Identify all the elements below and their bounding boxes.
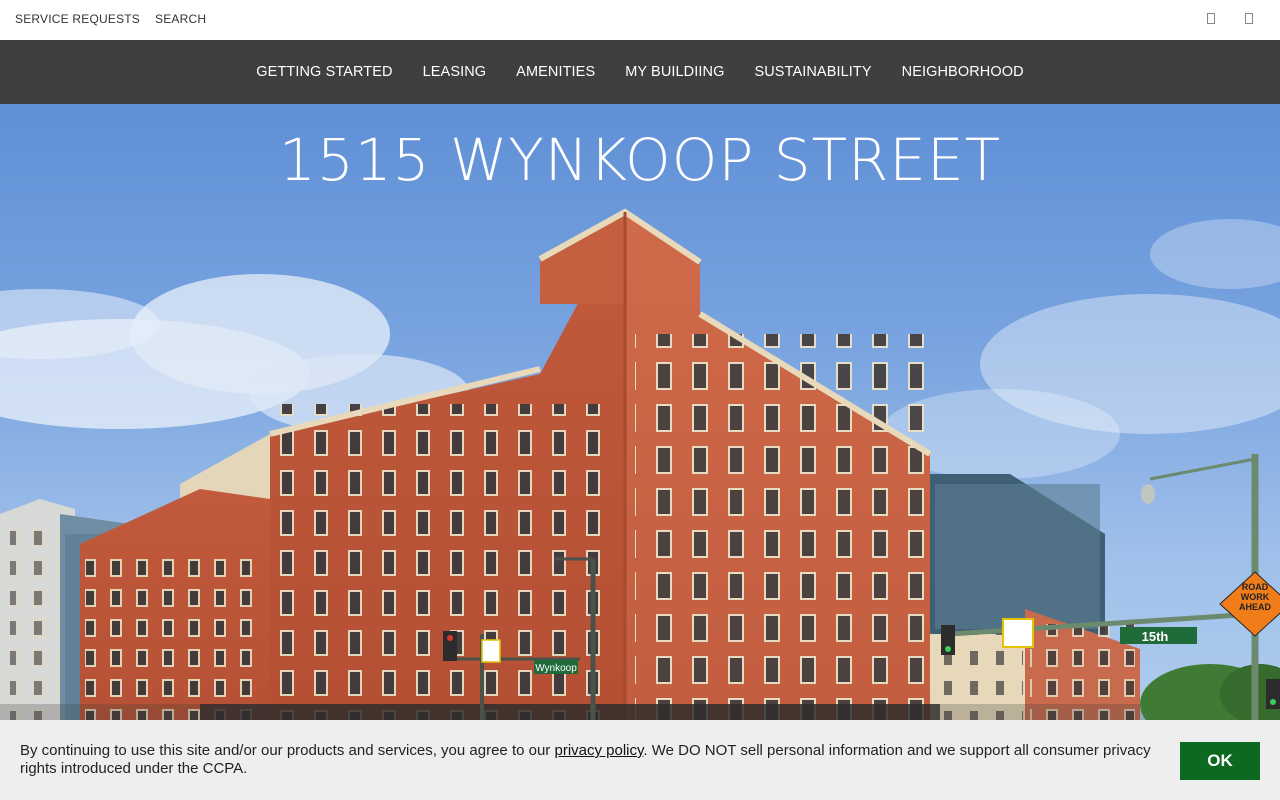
wynkoop-sign-text: Wynkoop bbox=[535, 663, 577, 674]
cookie-message: By continuing to use this site and/or ou… bbox=[20, 742, 1160, 778]
road-work-line-2: WORK bbox=[1241, 592, 1270, 602]
hero-building-image: Wynkoop 15th ROAD WORK AHEAD bbox=[0, 208, 1280, 800]
road-work-sign: ROAD WORK AHEAD bbox=[1219, 571, 1280, 637]
facebook-icon[interactable] bbox=[1206, 11, 1216, 25]
main-nav: GETTING STARTED LEASING AMENITIES MY BUI… bbox=[0, 40, 1280, 104]
nav-getting-started[interactable]: GETTING STARTED bbox=[256, 64, 392, 80]
nav-leasing[interactable]: LEASING bbox=[423, 64, 487, 80]
nav-sustainability[interactable]: SUSTAINABILITY bbox=[754, 64, 871, 80]
search-link[interactable]: SEARCH bbox=[155, 12, 206, 26]
nav-neighborhood[interactable]: NEIGHBORHOOD bbox=[902, 64, 1024, 80]
instagram-icon[interactable] bbox=[1244, 11, 1254, 25]
fifteenth-sign-text: 15th bbox=[1142, 629, 1169, 644]
cookie-ok-button[interactable]: OK bbox=[1180, 742, 1260, 780]
road-work-line-1: ROAD bbox=[1242, 582, 1269, 592]
cookie-banner: By continuing to use this site and/or ou… bbox=[0, 720, 1280, 800]
service-requests-link[interactable]: SERVICE REQUESTS bbox=[15, 12, 140, 26]
privacy-policy-link[interactable]: privacy policy bbox=[554, 742, 643, 759]
social-icons bbox=[1206, 11, 1254, 25]
page-title: 1515 WYNKOOP STREET bbox=[278, 126, 1002, 194]
nav-amenities[interactable]: AMENITIES bbox=[516, 64, 595, 80]
utility-bar: SERVICE REQUESTS SEARCH bbox=[0, 0, 1280, 40]
hero-banner: Wynkoop 15th ROAD WORK AHEAD 1515 WYNKOO… bbox=[0, 104, 1280, 800]
nav-my-building[interactable]: MY BUILDIING bbox=[625, 64, 724, 80]
utility-links: SERVICE REQUESTS SEARCH bbox=[15, 12, 206, 26]
cookie-text-before: By continuing to use this site and/or ou… bbox=[20, 742, 555, 759]
road-work-line-3: AHEAD bbox=[1239, 602, 1272, 612]
